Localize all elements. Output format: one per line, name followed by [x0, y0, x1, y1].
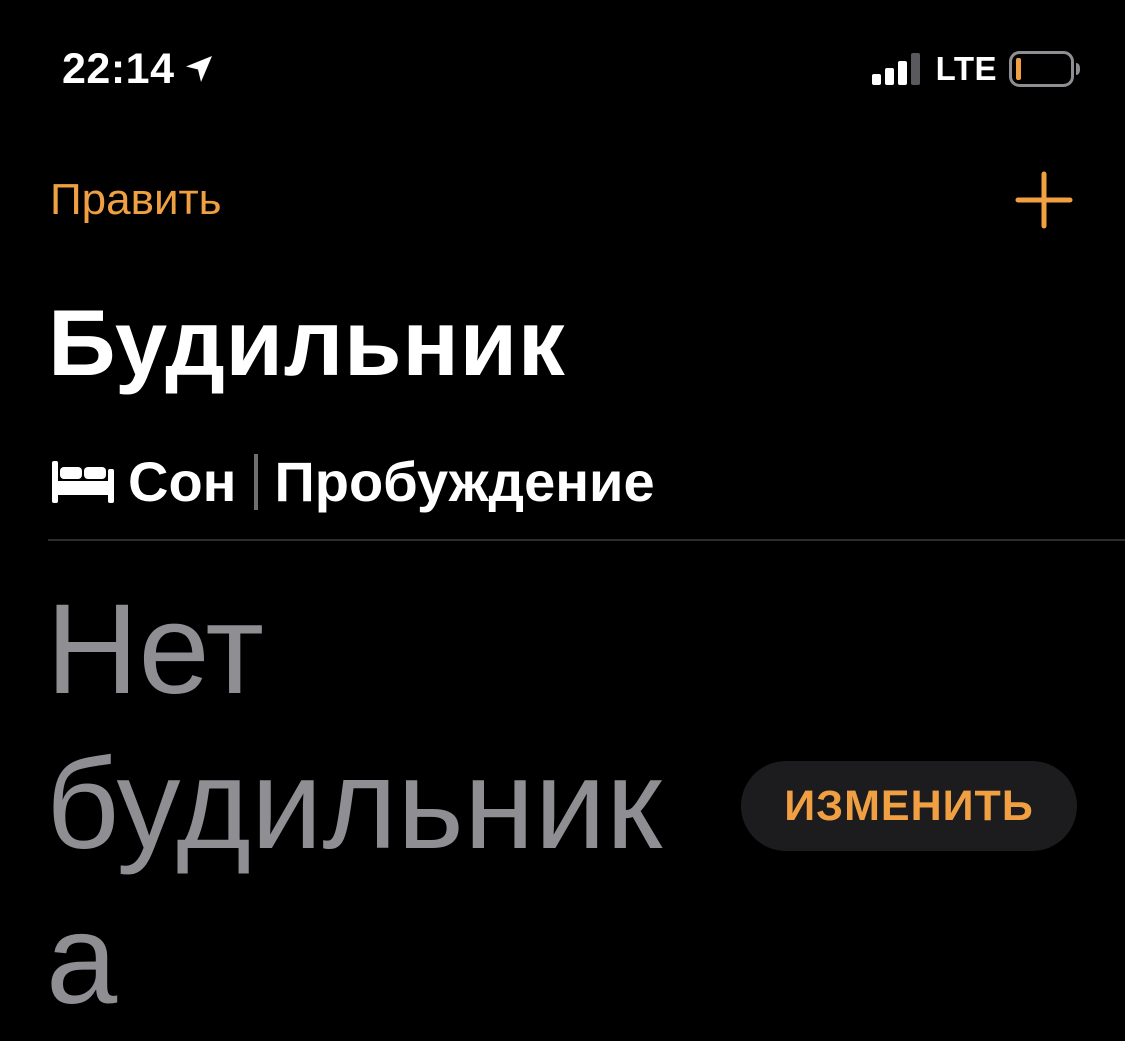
section-separator: [48, 539, 1125, 541]
sleep-divider: [254, 454, 259, 510]
no-alarm-line-2: будильник: [46, 733, 662, 876]
no-alarm-text: Нет будильник а: [46, 572, 696, 1037]
page-title: Будильник: [48, 290, 566, 395]
no-alarm-line-1: Нет: [46, 578, 264, 721]
status-time-group: 22:14: [62, 44, 214, 94]
status-bar: 22:14 LTE: [0, 0, 1125, 140]
battery-low-icon: [1009, 51, 1081, 87]
add-alarm-button[interactable]: [1012, 168, 1076, 232]
plus-icon: [1015, 171, 1073, 229]
no-alarm-line-3: а: [46, 888, 118, 1031]
cellular-signal-icon: [871, 53, 924, 85]
status-time: 22:14: [62, 45, 175, 93]
location-arrow-icon: [184, 54, 214, 84]
wake-label: Пробуждение: [274, 450, 655, 513]
edit-button[interactable]: Править: [50, 172, 222, 228]
status-right: LTE: [871, 50, 1081, 88]
network-label: LTE: [935, 50, 997, 87]
sleep-label: Сон: [128, 450, 237, 513]
sleep-wake-header: Сон Пробуждение: [52, 448, 655, 516]
change-button[interactable]: ИЗМЕНИТЬ: [741, 761, 1077, 851]
bed-icon: [52, 461, 114, 503]
